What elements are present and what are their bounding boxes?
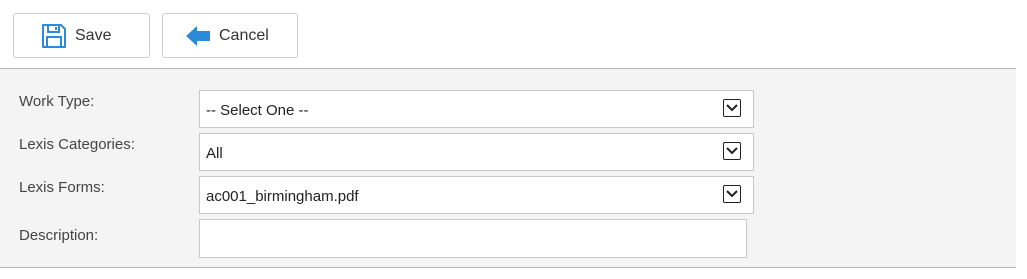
description-label: Description: <box>19 227 99 244</box>
lexis-forms-label: Lexis Forms: <box>19 179 105 196</box>
toolbar: Save Cancel <box>0 0 1027 68</box>
floppy-disk-icon <box>41 23 67 49</box>
save-button-label: Save <box>75 26 112 44</box>
lexis-forms-select[interactable]: ac001_birmingham.pdf <box>199 176 754 214</box>
lexis-categories-select[interactable]: All <box>199 133 754 171</box>
arrow-left-icon <box>185 25 211 47</box>
work-type-value: -- Select One -- <box>206 102 309 119</box>
chevron-down-icon[interactable] <box>723 99 741 117</box>
form-panel: Work Type: -- Select One -- Lexis Catego… <box>0 68 1016 268</box>
work-type-label: Work Type: <box>19 93 95 110</box>
save-button[interactable]: Save <box>13 13 150 58</box>
description-input[interactable] <box>199 219 747 258</box>
chevron-down-icon[interactable] <box>723 142 741 160</box>
cancel-button-label: Cancel <box>219 26 269 44</box>
work-type-select[interactable]: -- Select One -- <box>199 90 754 128</box>
chevron-down-icon[interactable] <box>723 185 741 203</box>
lexis-forms-value: ac001_birmingham.pdf <box>206 188 359 205</box>
lexis-categories-label: Lexis Categories: <box>19 136 135 153</box>
lexis-categories-value: All <box>206 145 223 162</box>
cancel-button[interactable]: Cancel <box>162 13 298 58</box>
